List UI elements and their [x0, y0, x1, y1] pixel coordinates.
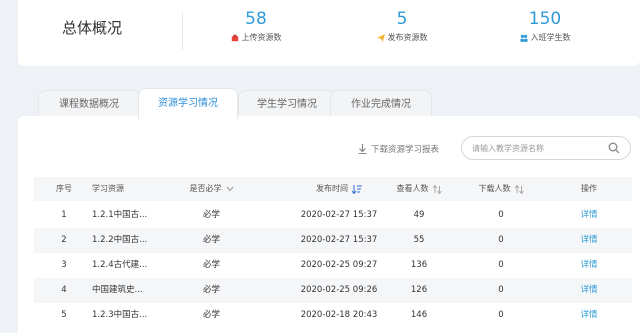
stat-value: 58: [245, 9, 267, 29]
table-row: 5 1.2.3中国古... 必学 2020-02-18 20:43 146 0 …: [34, 303, 632, 328]
header-name: 学习资源: [92, 177, 152, 201]
stat-value: 150: [528, 9, 562, 29]
table-header: 序号 学习资源 是否必学 发布时间 查看人数 下载人数 操作: [34, 177, 632, 201]
tab-resource-learning[interactable]: 资源学习情况: [138, 88, 238, 119]
cell-views: 55: [413, 235, 425, 245]
sort-active-icon: [352, 184, 362, 194]
detail-link[interactable]: 详情: [559, 303, 619, 328]
cell-views: 136: [410, 260, 428, 270]
search-input[interactable]: [472, 141, 602, 155]
detail-link[interactable]: 详情: [559, 253, 619, 278]
users-icon: [519, 34, 528, 42]
search-box[interactable]: [461, 136, 631, 160]
download-label: 下载资源学习报表: [371, 145, 440, 155]
header-no: 序号: [56, 184, 72, 193]
tab-homework[interactable]: 作业完成情况: [330, 90, 432, 119]
tab-course-overview[interactable]: 课程数据概况: [38, 90, 140, 119]
cell-no: 5: [61, 310, 67, 320]
header-views[interactable]: 查看人数: [384, 177, 454, 201]
stat-label: 入班学生数: [530, 33, 571, 42]
header-required[interactable]: 是否必学: [174, 177, 249, 201]
stat-label: 上传资源数: [241, 33, 282, 42]
cell-no: 1: [61, 210, 67, 220]
stat-value: 5: [396, 9, 408, 29]
detail-link[interactable]: 详情: [559, 228, 619, 253]
cell-views: 49: [413, 210, 425, 220]
header-downloads-label: 下载人数: [478, 184, 511, 193]
cell-name: 1.2.3中国古...: [92, 310, 148, 320]
cell-downloads: 0: [498, 285, 504, 295]
cell-required: 必学: [202, 310, 220, 320]
table-row: 4 中国建筑史... 必学 2020-02-25 09:26 126 0 详情: [34, 278, 632, 303]
header-views-label: 查看人数: [396, 184, 429, 193]
overview-card: 总体概况 58 上传资源数 5 发布资源数 150 入班学生数: [18, 0, 640, 66]
paper-plane-icon: [376, 33, 385, 42]
download-icon: [358, 144, 367, 154]
sort-icon: [514, 184, 524, 194]
table-row: 3 1.2.4古代建... 必学 2020-02-25 09:27 136 0 …: [34, 253, 632, 278]
overview-title: 总体概况: [62, 19, 123, 37]
chevron-down-icon: [226, 186, 233, 192]
cell-downloads: 0: [498, 235, 504, 245]
cell-views: 146: [410, 310, 428, 320]
download-report-button[interactable]: 下载资源学习报表: [358, 143, 439, 155]
table-row: 2 1.2.2中国古... 必学 2020-02-27 15:37 55 0 详…: [34, 228, 632, 253]
cell-required: 必学: [202, 235, 220, 245]
stat-label: 发布资源数: [387, 33, 428, 42]
header-required-label: 是否必学: [189, 184, 222, 193]
cell-no: 2: [61, 235, 67, 245]
cell-downloads: 0: [498, 260, 504, 270]
cell-required: 必学: [202, 260, 220, 270]
cell-downloads: 0: [498, 210, 504, 220]
detail-link[interactable]: 详情: [559, 203, 619, 228]
search-icon[interactable]: [608, 142, 620, 154]
header-downloads[interactable]: 下载人数: [466, 177, 536, 201]
divider: [182, 12, 183, 50]
cell-name: 1.2.1中国古...: [92, 210, 148, 220]
cell-no: 4: [61, 285, 67, 295]
stat-uploaded: 58 上传资源数: [196, 8, 316, 43]
header-name-label: 学习资源: [92, 184, 124, 193]
cell-required: 必学: [202, 285, 220, 295]
stat-students: 150 入班学生数: [485, 8, 605, 43]
cell-downloads: 0: [498, 310, 504, 320]
cell-required: 必学: [202, 210, 220, 220]
cell-name: 1.2.2中国古...: [92, 235, 148, 245]
cell-name: 中国建筑史...: [92, 285, 143, 295]
cell-name: 1.2.4古代建...: [92, 260, 148, 270]
upload-box-icon: [231, 34, 238, 41]
detail-link[interactable]: 详情: [559, 278, 619, 303]
cell-views: 126: [410, 285, 428, 295]
tab-student-learning[interactable]: 学生学习情况: [238, 90, 336, 119]
cell-no: 3: [61, 260, 67, 270]
stat-published: 5 发布资源数: [342, 8, 462, 43]
header-time-label: 发布时间: [316, 184, 348, 193]
sort-icon: [432, 184, 442, 194]
header-action: 操作: [581, 184, 597, 193]
table-row: 1 1.2.1中国古... 必学 2020-02-27 15:37 49 0 详…: [34, 203, 632, 228]
